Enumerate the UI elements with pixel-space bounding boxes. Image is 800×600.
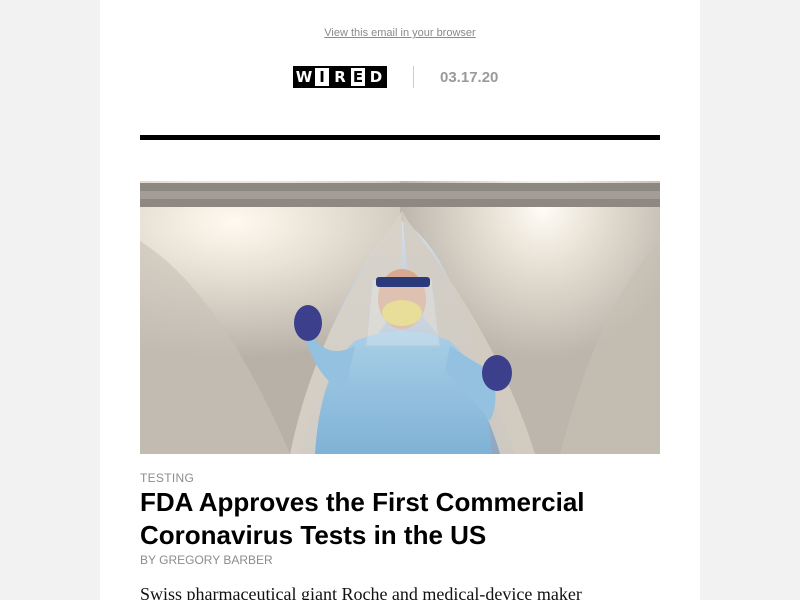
masthead: W I R E D 03.17.20 bbox=[293, 65, 498, 89]
logo-letter: D bbox=[367, 66, 385, 88]
logo-letter: R bbox=[331, 66, 349, 88]
header-rule bbox=[140, 135, 660, 140]
logo-letter: W bbox=[295, 66, 313, 88]
issue-date: 03.17.20 bbox=[440, 68, 499, 86]
hero-image[interactable] bbox=[140, 181, 660, 454]
email-content: View this email in your browser W I R E … bbox=[100, 0, 700, 600]
view-in-browser-link[interactable]: View this email in your browser bbox=[100, 27, 700, 39]
article-headline[interactable]: FDA Approves the First Commercial Corona… bbox=[140, 486, 660, 552]
article-kicker: TESTING bbox=[140, 471, 195, 485]
article-byline: BY GREGORY BARBER bbox=[140, 553, 273, 567]
wired-logo[interactable]: W I R E D bbox=[293, 66, 387, 88]
article-body: Swiss pharmaceutical giant Roche and med… bbox=[140, 584, 582, 600]
logo-letter: E bbox=[349, 66, 367, 88]
logo-letter: I bbox=[313, 66, 331, 88]
hero-illustration bbox=[140, 181, 660, 454]
masthead-divider bbox=[413, 66, 414, 88]
